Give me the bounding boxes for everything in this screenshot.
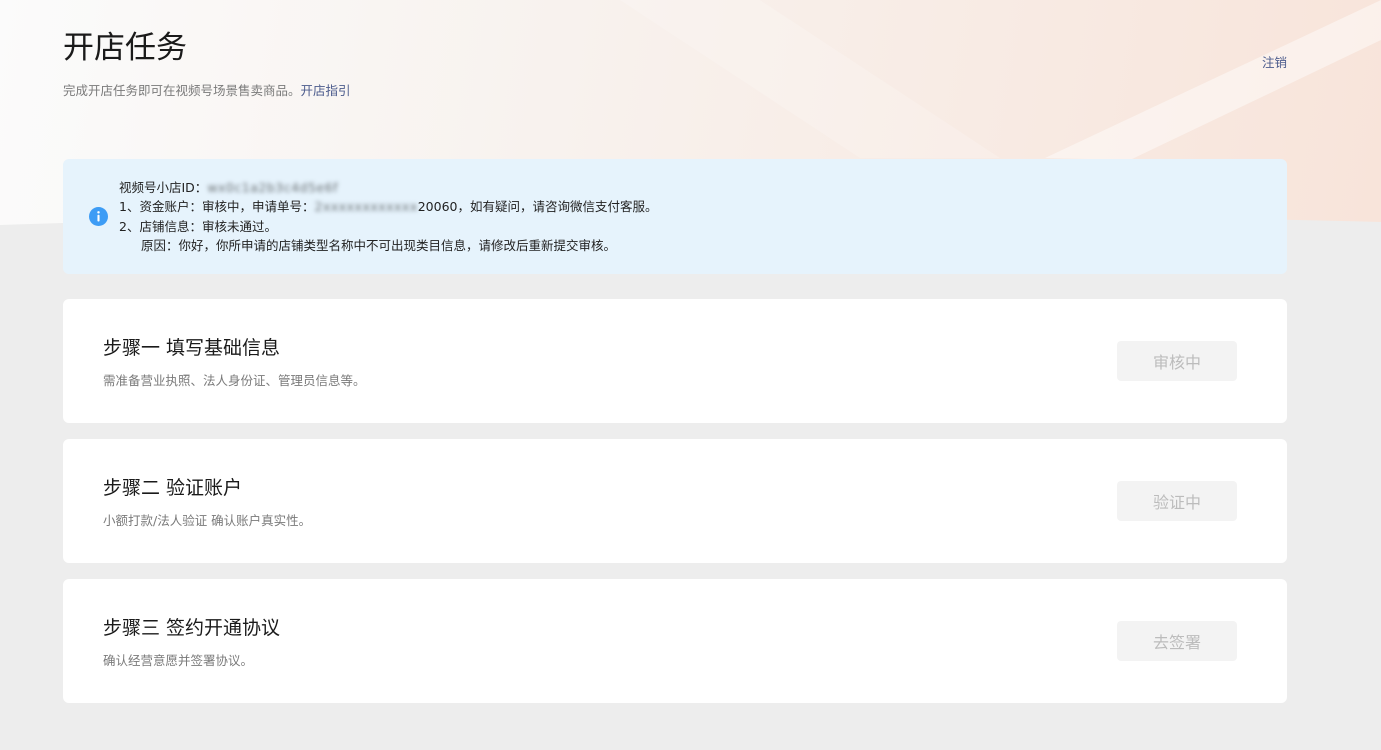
shop-id-value: wx0c1a2b3c4d5e6f bbox=[207, 180, 338, 195]
page-title: 开店任务 bbox=[63, 30, 187, 66]
step-title: 步骤二 验证账户 bbox=[103, 477, 243, 499]
shop-info-status: 审核未通过。 bbox=[201, 218, 277, 234]
fund-account-label: 1、资金账户： bbox=[119, 199, 202, 215]
fund-account-line: 1、资金账户：审核中，申请单号：2xxxxxxxxxxxx20060，如有疑问，… bbox=[119, 197, 658, 216]
order-number-tail: 20060 bbox=[417, 199, 458, 215]
step-title: 步骤一 填写基础信息 bbox=[103, 337, 281, 359]
reject-reason: 原因：你好，你所申请的店铺类型名称中不可出现类目信息，请修改后重新提交审核。 bbox=[141, 237, 617, 253]
fund-account-status: 审核中 bbox=[201, 199, 240, 215]
page-header: 开店任务 完成开店任务即可在视频号场景售卖商品。开店指引 bbox=[63, 28, 1287, 100]
page: 开店任务 完成开店任务即可在视频号场景售卖商品。开店指引 注销 视频号小店ID：… bbox=[0, 0, 1381, 750]
step-desc: 小额打款/法人验证 确认账户真实性。 bbox=[103, 513, 312, 528]
page-subtitle: 完成开店任务即可在视频号场景售卖商品。开店指引 bbox=[63, 82, 1287, 100]
logout-link[interactable]: 注销 bbox=[1262, 54, 1287, 72]
step-card-sign-agreement: 步骤三 签约开通协议 确认经营意愿并签署协议。 去签署 bbox=[63, 579, 1287, 703]
info-icon bbox=[89, 207, 108, 226]
status-notice: 视频号小店ID：wx0c1a2b3c4d5e6f 1、资金账户：审核中，申请单号… bbox=[63, 159, 1287, 274]
order-number-masked: 2xxxxxxxxxxxx bbox=[314, 199, 418, 215]
notice-content: 视频号小店ID：wx0c1a2b3c4d5e6f 1、资金账户：审核中，申请单号… bbox=[119, 178, 658, 255]
verifying-button[interactable]: 验证中 bbox=[1117, 481, 1237, 521]
order-number-label: ，申请单号： bbox=[239, 199, 315, 215]
sign-button[interactable]: 去签署 bbox=[1117, 621, 1237, 661]
guide-link[interactable]: 开店指引 bbox=[301, 83, 351, 98]
step-card-verify-account: 步骤二 验证账户 小额打款/法人验证 确认账户真实性。 验证中 bbox=[63, 439, 1287, 563]
step-card-basic-info: 步骤一 填写基础信息 需准备营业执照、法人身份证、管理员信息等。 审核中 bbox=[63, 299, 1287, 423]
shop-info-line: 2、店铺信息：审核未通过。 bbox=[119, 217, 658, 236]
step-desc: 确认经营意愿并签署协议。 bbox=[103, 653, 254, 668]
shop-id-label: 视频号小店ID： bbox=[119, 180, 208, 195]
subtitle-text: 完成开店任务即可在视频号场景售卖商品。 bbox=[63, 83, 301, 98]
reviewing-button[interactable]: 审核中 bbox=[1117, 341, 1237, 381]
step-desc: 需准备营业执照、法人身份证、管理员信息等。 bbox=[103, 373, 366, 388]
shop-info-label: 2、店铺信息： bbox=[119, 218, 202, 234]
step-title: 步骤三 签约开通协议 bbox=[103, 617, 281, 639]
shop-id-line: 视频号小店ID：wx0c1a2b3c4d5e6f bbox=[119, 178, 658, 197]
fund-account-hint: ，如有疑问，请咨询微信支付客服。 bbox=[457, 199, 658, 215]
